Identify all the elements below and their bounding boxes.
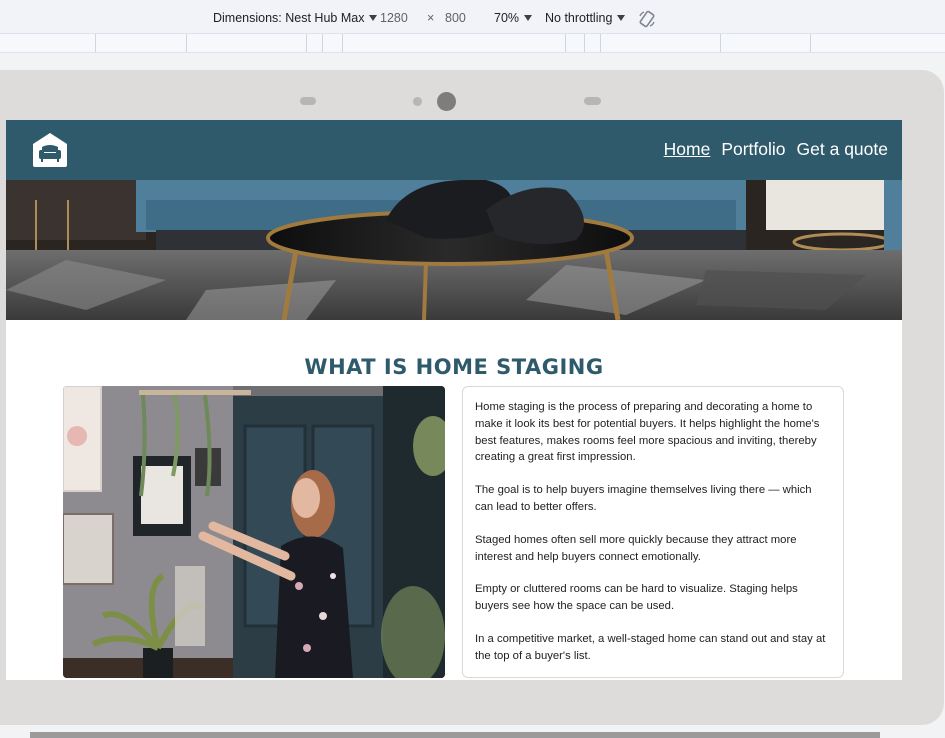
dimensions-dropdown[interactable]: Dimensions: Nest Hub Max [213, 11, 378, 25]
section-title: WHAT IS HOME STAGING [304, 355, 604, 380]
media-query-ruler[interactable] [0, 33, 945, 53]
camera-icon [437, 92, 456, 111]
nav-home-link[interactable]: Home [664, 139, 711, 160]
throttling-dropdown[interactable]: No throttling [545, 11, 626, 25]
device-toolbar: Dimensions: Nest Hub Max 1280 × 800 70% … [0, 0, 945, 37]
sensor-dot-icon [413, 97, 422, 106]
paragraph: In a competitive market, a well-staged h… [475, 632, 826, 662]
paragraph: Staged homes often sell more quickly bec… [475, 533, 797, 563]
zoom-dropdown[interactable]: 70% [494, 11, 533, 25]
throttling-label: No throttling [545, 11, 613, 25]
home-staging-photo [63, 386, 445, 678]
nav-portfolio-link[interactable]: Portfolio [721, 139, 785, 160]
dimension-times: × [427, 11, 435, 25]
site-header: Home Portfolio Get a quote [6, 120, 902, 180]
paragraph: Home staging is the process of preparing… [475, 401, 820, 464]
sensor-icon [584, 97, 601, 105]
height-field[interactable]: 800 [445, 11, 466, 25]
site-viewport: Home Portfolio Get a quote WHAT IS HOME … [6, 120, 902, 680]
nav-quote-link[interactable]: Get a quote [797, 139, 888, 160]
paragraph: Empty or cluttered rooms can be hard to … [475, 583, 798, 613]
paragraph: The goal is to help buyers imagine thems… [475, 484, 812, 513]
staging-text-card: Home staging is the process of preparing… [462, 386, 844, 678]
dimensions-label: Dimensions: Nest Hub Max [213, 11, 365, 25]
sofa-home-icon[interactable] [31, 132, 69, 168]
zoom-label: 70% [494, 11, 520, 25]
frame-shadow [30, 732, 880, 738]
main-nav: Home Portfolio Get a quote [664, 139, 888, 160]
hero-image [6, 180, 902, 320]
sensor-icon [300, 97, 316, 105]
chevron-down-icon [524, 15, 533, 21]
chevron-down-icon [369, 15, 378, 21]
width-field[interactable]: 1280 [380, 11, 408, 25]
chevron-down-icon [617, 15, 626, 21]
rotate-icon[interactable] [638, 10, 656, 28]
